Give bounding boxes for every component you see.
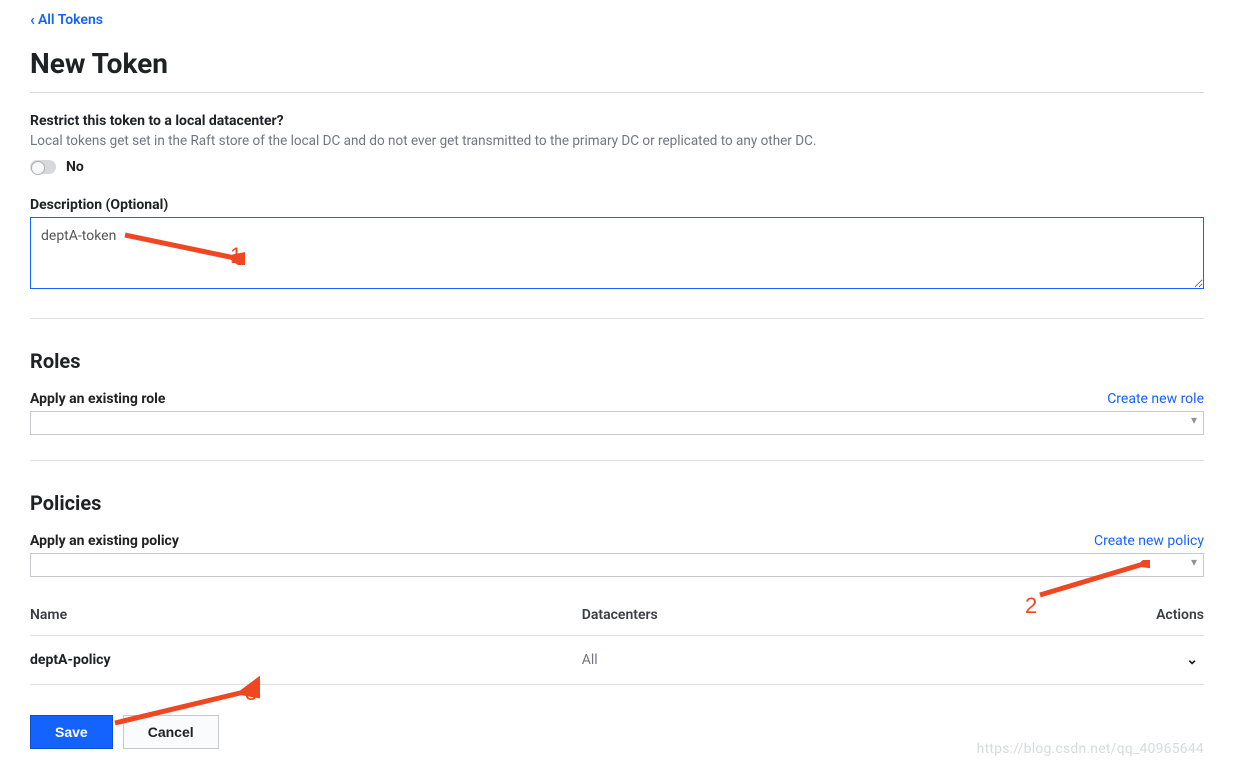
create-policy-link[interactable]: Create new policy xyxy=(1094,533,1204,549)
page-title: New Token xyxy=(30,47,1204,80)
policy-datacenters: All xyxy=(582,652,1087,668)
back-all-tokens-link[interactable]: ‹ All Tokens xyxy=(30,10,103,29)
cancel-button[interactable]: Cancel xyxy=(123,715,219,749)
col-header-datacenters: Datacenters xyxy=(582,607,1087,623)
button-row: Save Cancel xyxy=(30,715,1204,749)
back-link-text: All Tokens xyxy=(38,12,103,28)
restrict-label: Restrict this token to a local datacente… xyxy=(30,113,1204,129)
save-button[interactable]: Save xyxy=(30,715,113,749)
col-header-name: Name xyxy=(30,607,582,623)
restrict-section: Restrict this token to a local datacente… xyxy=(30,113,1204,175)
col-header-actions: Actions xyxy=(1087,607,1204,623)
description-label: Description (Optional) xyxy=(30,197,1204,213)
table-row: deptA-policy All ⌄ xyxy=(30,636,1204,685)
roles-section: Roles Apply an existing role Create new … xyxy=(30,349,1204,435)
apply-policy-label: Apply an existing policy xyxy=(30,533,179,549)
description-input[interactable] xyxy=(30,217,1204,289)
chevron-down-icon[interactable]: ⌄ xyxy=(1186,652,1204,668)
restrict-hint: Local tokens get set in the Raft store o… xyxy=(30,133,1204,149)
roles-dropdown[interactable] xyxy=(30,411,1204,435)
policy-name: deptA-policy xyxy=(30,652,582,668)
restrict-toggle[interactable] xyxy=(30,160,56,174)
policies-dropdown[interactable] xyxy=(30,553,1204,577)
policies-title: Policies xyxy=(30,491,1204,515)
section-divider xyxy=(30,318,1204,319)
description-section: Description (Optional) xyxy=(30,197,1204,293)
restrict-toggle-value: No xyxy=(66,159,84,175)
policies-table: Name Datacenters Actions deptA-policy Al… xyxy=(30,597,1204,685)
policies-header-row: Name Datacenters Actions xyxy=(30,597,1204,636)
create-role-link[interactable]: Create new role xyxy=(1107,391,1204,407)
roles-title: Roles xyxy=(30,349,1204,373)
title-divider xyxy=(30,92,1204,93)
chevron-left-icon: ‹ xyxy=(30,10,35,29)
section-divider xyxy=(30,460,1204,461)
apply-role-label: Apply an existing role xyxy=(30,391,165,407)
policies-section: Policies Apply an existing policy Create… xyxy=(30,491,1204,685)
